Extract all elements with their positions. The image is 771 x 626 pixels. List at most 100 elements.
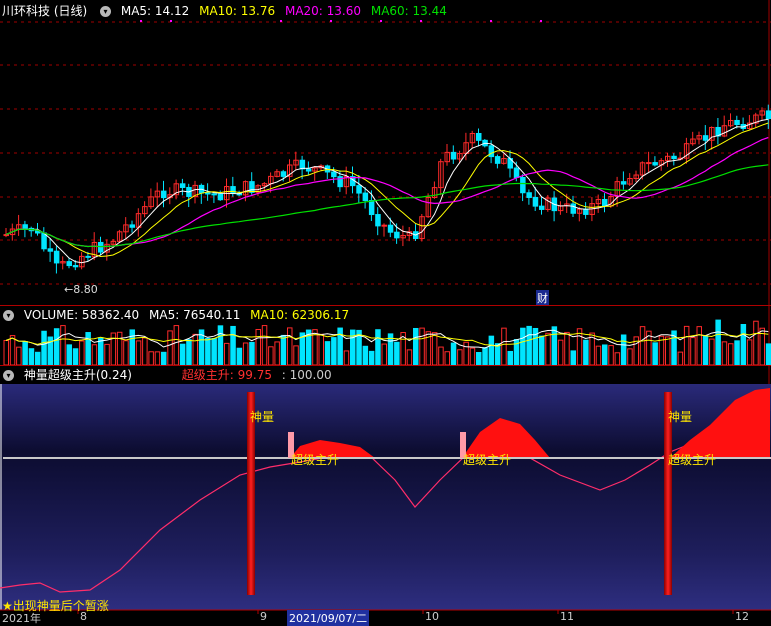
candle-body	[734, 119, 740, 125]
candle-body	[394, 231, 400, 239]
volume-bar	[526, 325, 532, 366]
candle-body	[179, 183, 186, 188]
ma20-label: MA20: 13.60	[284, 4, 362, 18]
volume-bar	[375, 329, 381, 366]
candle-body	[494, 156, 501, 164]
volume-bar	[413, 327, 419, 366]
ma20-line	[5, 136, 769, 248]
volume-bar	[431, 332, 438, 366]
volume-bar	[211, 338, 217, 366]
chevron-down-icon[interactable]	[3, 370, 14, 381]
volume-bar	[557, 339, 564, 366]
volume-bar	[287, 327, 293, 366]
volume-bar	[255, 328, 261, 366]
volume-bar	[677, 351, 684, 366]
volume-bar	[230, 325, 236, 366]
volume-bar	[728, 343, 734, 366]
volume-bar	[98, 337, 104, 366]
volume-bar	[35, 351, 41, 366]
volume-bar	[614, 352, 621, 366]
indicator-signal: 超级主升: 99.75	[181, 368, 272, 382]
volume-bar	[457, 349, 463, 366]
volume-bar	[583, 339, 589, 366]
rise-signal-label: 超级主升	[463, 453, 512, 467]
volume-bar	[721, 341, 728, 366]
volume-bar	[337, 327, 343, 366]
volume-bar	[123, 340, 129, 366]
candle-body	[22, 224, 28, 229]
volume-bar	[450, 342, 457, 366]
axis-label-month: 11	[560, 610, 574, 623]
volume-bar	[690, 337, 696, 366]
marker-dot	[280, 20, 282, 22]
volume-bar	[22, 341, 28, 366]
candle-body	[539, 205, 545, 210]
volume-bar	[734, 340, 740, 366]
main-panel-header: 川环科技 (日线) MA5: 14.12 MA10: 13.76 MA20: 1…	[0, 2, 453, 20]
volume-bar	[419, 327, 425, 366]
volume-bar	[236, 347, 243, 366]
volume-bar	[476, 352, 482, 366]
candle-body	[583, 208, 589, 215]
marker-dot	[170, 20, 172, 22]
candle-body	[299, 159, 306, 170]
marker-dot	[330, 20, 332, 22]
volume-bar	[501, 327, 507, 366]
low-price-marker: ←8.80	[64, 283, 98, 296]
candle-body	[602, 198, 608, 207]
volume-bar	[381, 343, 387, 366]
candle-body	[356, 185, 362, 194]
chevron-down-icon[interactable]	[3, 310, 14, 321]
candle-body	[72, 265, 79, 268]
volume-bar	[53, 328, 60, 366]
volume-ma10: MA10: 62306.17	[250, 308, 350, 322]
volume-bar	[72, 348, 79, 366]
volume-bar	[79, 340, 85, 366]
volume-bar	[627, 348, 633, 366]
axis-label-year: 2021年	[2, 612, 41, 625]
volume-bar	[709, 338, 715, 366]
rise-signal-label: 超级主升	[668, 453, 717, 467]
volume-bar	[148, 351, 154, 366]
volume-bar	[41, 330, 47, 366]
volume-bar	[154, 351, 161, 366]
volume-bar	[268, 346, 274, 366]
volume-bar	[463, 341, 469, 366]
marker-dot	[420, 20, 422, 22]
volume-bar	[482, 347, 488, 366]
volume-bar	[765, 343, 771, 366]
candle-body	[211, 193, 217, 196]
volume-bar	[91, 344, 98, 366]
volume-bar	[683, 325, 690, 366]
candle-body	[387, 224, 394, 233]
volume-bar	[362, 345, 369, 366]
volume-panel-header: VOLUME: 58362.40 MA5: 76540.11 MA10: 623…	[0, 306, 355, 324]
chevron-down-icon[interactable]	[100, 6, 112, 17]
volume-bar	[488, 335, 495, 366]
indicator-area	[0, 384, 771, 610]
volume-bar	[608, 345, 614, 366]
candle-body	[249, 181, 255, 193]
ma60-line	[5, 164, 769, 248]
volume-bar	[520, 327, 526, 366]
candle-body	[375, 214, 381, 227]
axis-label-month: 12	[735, 610, 749, 623]
candle-body	[381, 224, 387, 227]
candlesticks	[3, 104, 771, 274]
axis-label-month: 10	[425, 610, 439, 623]
volume-bar	[696, 326, 702, 366]
volume-bar	[16, 346, 22, 366]
indicator-title: 神量超级主升(0.24)	[23, 368, 132, 382]
candle-body	[129, 224, 135, 228]
finance-event-marker[interactable]: 财	[536, 290, 549, 306]
candle-body	[41, 232, 47, 250]
volume-bar	[116, 331, 123, 366]
volume-bar	[186, 339, 192, 366]
volume-bar	[167, 330, 173, 366]
stock-title: 川环科技 (日线)	[2, 4, 88, 18]
candle-body	[513, 167, 520, 178]
volume-bar	[217, 325, 224, 366]
volume-bar	[652, 342, 658, 366]
volume-ma5: MA5: 76540.11	[149, 308, 241, 322]
volume-bar	[507, 350, 513, 366]
